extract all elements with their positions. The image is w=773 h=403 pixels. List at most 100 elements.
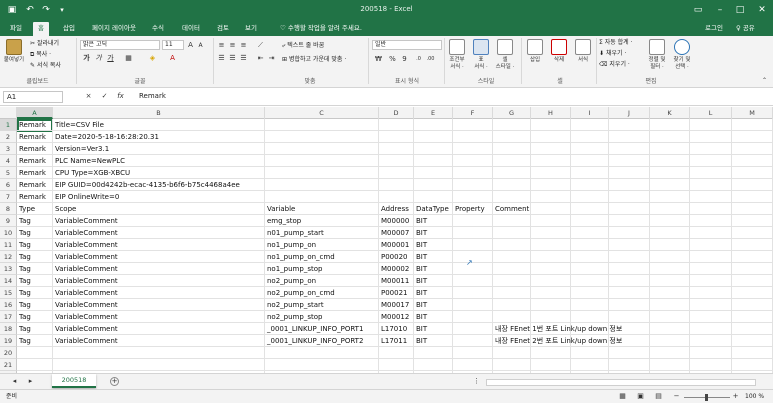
cell-a11[interactable]: Tag: [17, 239, 53, 251]
cell-e12[interactable]: BIT: [414, 251, 453, 263]
cell-e6[interactable]: [414, 179, 453, 191]
cell-d6[interactable]: [379, 179, 414, 191]
cell-j16[interactable]: [609, 299, 650, 311]
cell-m18[interactable]: [732, 323, 773, 335]
cell-m2[interactable]: [732, 131, 773, 143]
cell-a6[interactable]: Remark: [17, 179, 53, 191]
cell-k7[interactable]: [650, 191, 690, 203]
maximize-button[interactable]: □: [730, 3, 750, 17]
cell-a2[interactable]: Remark: [17, 131, 53, 143]
cell-g5[interactable]: [493, 167, 531, 179]
cell-g6[interactable]: [493, 179, 531, 191]
cell-j20[interactable]: [609, 347, 650, 359]
cell-m13[interactable]: [732, 263, 773, 275]
row-header[interactable]: 20: [0, 347, 17, 359]
cell-d9[interactable]: M00000: [379, 215, 414, 227]
tell-me-search[interactable]: ♡ 수행할 작업을 알려 주세요.: [280, 22, 362, 35]
cell-k20[interactable]: [650, 347, 690, 359]
column-header-d[interactable]: D: [379, 107, 414, 119]
cell-d12[interactable]: P00020: [379, 251, 414, 263]
cell-k8[interactable]: [650, 203, 690, 215]
cell-l8[interactable]: [690, 203, 732, 215]
cell-f6[interactable]: [453, 179, 493, 191]
cell-i1[interactable]: [571, 119, 609, 131]
column-header-a[interactable]: A: [17, 107, 53, 119]
cell-e2[interactable]: [414, 131, 453, 143]
cell-j7[interactable]: [609, 191, 650, 203]
cell-h15[interactable]: [531, 287, 571, 299]
cell-e4[interactable]: [414, 155, 453, 167]
cell-h14[interactable]: [531, 275, 571, 287]
align-middle-icon[interactable]: ≡: [228, 41, 237, 50]
row-header[interactable]: 18: [0, 323, 17, 335]
cell-b11[interactable]: VariableComment: [53, 239, 265, 251]
cell-k4[interactable]: [650, 155, 690, 167]
cell-g2[interactable]: [493, 131, 531, 143]
cell-b13[interactable]: VariableComment: [53, 263, 265, 275]
cell-j2[interactable]: [609, 131, 650, 143]
cell-l16[interactable]: [690, 299, 732, 311]
cell-i11[interactable]: [571, 239, 609, 251]
cell-d17[interactable]: M00012: [379, 311, 414, 323]
format-painter-button[interactable]: ✎ 서식 복사: [30, 61, 61, 70]
row-header[interactable]: 8: [0, 203, 17, 215]
column-header-g[interactable]: G: [493, 107, 531, 119]
tab-formulas[interactable]: 수식: [147, 22, 169, 36]
grow-font-icon[interactable]: A: [186, 41, 195, 50]
cell-k17[interactable]: [650, 311, 690, 323]
cell-d14[interactable]: M00011: [379, 275, 414, 287]
cell-j21[interactable]: [609, 359, 650, 371]
cell-d8[interactable]: Address: [379, 203, 414, 215]
cell-i14[interactable]: [571, 275, 609, 287]
align-right-icon[interactable]: ☰: [239, 54, 248, 63]
cell-j8[interactable]: [609, 203, 650, 215]
cell-j14[interactable]: [609, 275, 650, 287]
font-size-select[interactable]: 11: [162, 40, 184, 50]
select-all-corner[interactable]: [0, 107, 17, 119]
cell-a7[interactable]: Remark: [17, 191, 53, 203]
login-link[interactable]: 로그인: [705, 22, 723, 35]
cell-d18[interactable]: L17010: [379, 323, 414, 335]
cell-l6[interactable]: [690, 179, 732, 191]
align-left-icon[interactable]: ☰: [217, 54, 226, 63]
cell-a12[interactable]: Tag: [17, 251, 53, 263]
cell-m6[interactable]: [732, 179, 773, 191]
tab-insert[interactable]: 삽입: [58, 22, 80, 36]
cell-m10[interactable]: [732, 227, 773, 239]
cell-k16[interactable]: [650, 299, 690, 311]
cell-b4[interactable]: PLC Name=NewPLC: [53, 155, 265, 167]
column-header-i[interactable]: I: [571, 107, 609, 119]
cell-c21[interactable]: [265, 359, 379, 371]
underline-button[interactable]: 가: [106, 54, 115, 63]
row-header[interactable]: 13: [0, 263, 17, 275]
cell-b3[interactable]: Version=Ver3.1: [53, 143, 265, 155]
cell-a20[interactable]: [17, 347, 53, 359]
cell-d20[interactable]: [379, 347, 414, 359]
cell-e8[interactable]: DataType: [414, 203, 453, 215]
cell-h6[interactable]: [531, 179, 571, 191]
cell-e14[interactable]: BIT: [414, 275, 453, 287]
cell-h11[interactable]: [531, 239, 571, 251]
cell-f19[interactable]: [453, 335, 493, 347]
page-break-view-icon[interactable]: ▤: [654, 392, 663, 401]
row-header[interactable]: 16: [0, 299, 17, 311]
column-header-l[interactable]: L: [690, 107, 732, 119]
cell-f2[interactable]: [453, 131, 493, 143]
insert-cells-button[interactable]: 삽입: [524, 38, 546, 74]
cell-g3[interactable]: [493, 143, 531, 155]
cell-c8[interactable]: Variable: [265, 203, 379, 215]
enter-icon[interactable]: ✓: [100, 92, 109, 101]
find-select-button[interactable]: 찾기 및 선택 ·: [671, 38, 693, 74]
cell-b8[interactable]: Scope: [53, 203, 265, 215]
cell-h17[interactable]: [531, 311, 571, 323]
cell-c5[interactable]: [265, 167, 379, 179]
cell-c7[interactable]: [265, 191, 379, 203]
tab-review[interactable]: 검토: [212, 22, 234, 36]
collapse-ribbon-icon[interactable]: ⌃: [760, 76, 769, 85]
decrease-decimal-icon[interactable]: .00: [426, 55, 435, 64]
cell-g10[interactable]: [493, 227, 531, 239]
cell-i6[interactable]: [571, 179, 609, 191]
cell-l20[interactable]: [690, 347, 732, 359]
cell-d3[interactable]: [379, 143, 414, 155]
prev-sheet-icon[interactable]: ◂: [10, 377, 19, 386]
